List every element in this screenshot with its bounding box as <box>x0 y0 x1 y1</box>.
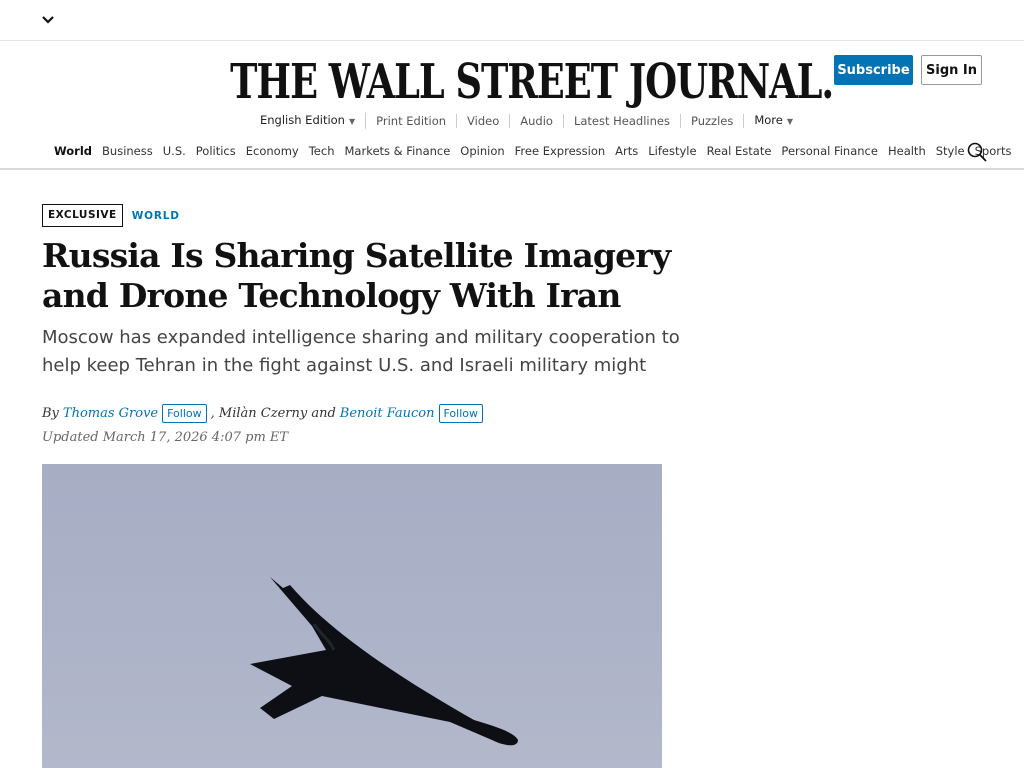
drone-silhouette <box>250 577 518 746</box>
article-dek: Moscow has expanded intelligence sharing… <box>42 327 680 376</box>
nav-lifestyle[interactable]: Lifestyle <box>648 144 696 158</box>
chevron-down-icon[interactable] <box>41 13 55 27</box>
edition-nav: English Edition ▼ Print Edition Video Aud… <box>250 113 803 129</box>
caret-down-icon: ▼ <box>348 117 356 126</box>
subnav-more[interactable]: More ▼ <box>744 113 803 129</box>
author-link-thomas-grove[interactable]: Thomas Grove <box>63 406 158 421</box>
nav-tech[interactable]: Tech <box>309 144 335 158</box>
masthead-title: THE WALL STREET JOURNAL. <box>230 54 834 110</box>
edition-label: English Edition <box>260 113 345 127</box>
section-link-world[interactable]: WORLD <box>132 210 180 222</box>
nav-style[interactable]: Style <box>936 144 965 158</box>
article-lead-image[interactable] <box>42 464 662 768</box>
subnav-print-edition[interactable]: Print Edition <box>366 114 458 128</box>
nav-markets-finance[interactable]: Markets & Finance <box>345 144 451 158</box>
caret-down-icon: ▼ <box>786 117 794 126</box>
subnav-audio[interactable]: Audio <box>510 114 564 128</box>
subnav-video[interactable]: Video <box>457 114 511 128</box>
follow-button-thomas-grove[interactable]: Follow <box>162 404 207 423</box>
masthead-logo[interactable]: THE WALL STREET JOURNAL. <box>230 54 834 109</box>
nav-opinion[interactable]: Opinion <box>460 144 504 158</box>
nav-arts[interactable]: Arts <box>615 144 638 158</box>
nav-us[interactable]: U.S. <box>163 144 186 158</box>
subnav-puzzles[interactable]: Puzzles <box>681 114 745 128</box>
edition-selector[interactable]: English Edition ▼ <box>250 113 367 129</box>
nav-world[interactable]: World <box>54 144 92 158</box>
follow-button-benoit-faucon[interactable]: Follow <box>438 404 484 423</box>
exclusive-badge: EXCLUSIVE <box>42 204 123 227</box>
article-headline: Russia Is Sharing Satellite Imagery and … <box>42 236 671 315</box>
byline-coauthors: , Milàn Czerny and <box>210 406 336 421</box>
article-flags: EXCLUSIVE WORLD <box>42 204 180 227</box>
nav-business[interactable]: Business <box>102 144 153 158</box>
section-list: World Business U.S. Politics Economy Tec… <box>54 144 1022 158</box>
nav-personal-finance[interactable]: Personal Finance <box>781 144 878 158</box>
sign-in-button[interactable]: Sign In <box>921 55 982 85</box>
main-nav: World Business U.S. Politics Economy Tec… <box>0 138 1024 170</box>
updated-timestamp: Updated March 17, 2026 4:07 pm ET <box>42 430 289 445</box>
nav-economy[interactable]: Economy <box>246 144 299 158</box>
subscribe-button[interactable]: Subscribe <box>834 55 913 85</box>
byline: By Thomas Grove Follow , Milàn Czerny an… <box>42 404 487 423</box>
author-link-benoit-faucon[interactable]: Benoit Faucon <box>340 406 435 421</box>
nav-politics[interactable]: Politics <box>196 144 236 158</box>
utility-bar <box>0 0 1024 41</box>
search-icon[interactable] <box>966 141 988 163</box>
nav-free-expression[interactable]: Free Expression <box>515 144 605 158</box>
drone-image <box>250 577 518 746</box>
subnav-latest-headlines[interactable]: Latest Headlines <box>564 114 681 128</box>
nav-health[interactable]: Health <box>888 144 926 158</box>
more-label: More <box>754 113 783 127</box>
byline-prefix: By <box>42 406 59 421</box>
nav-real-estate[interactable]: Real Estate <box>707 144 772 158</box>
